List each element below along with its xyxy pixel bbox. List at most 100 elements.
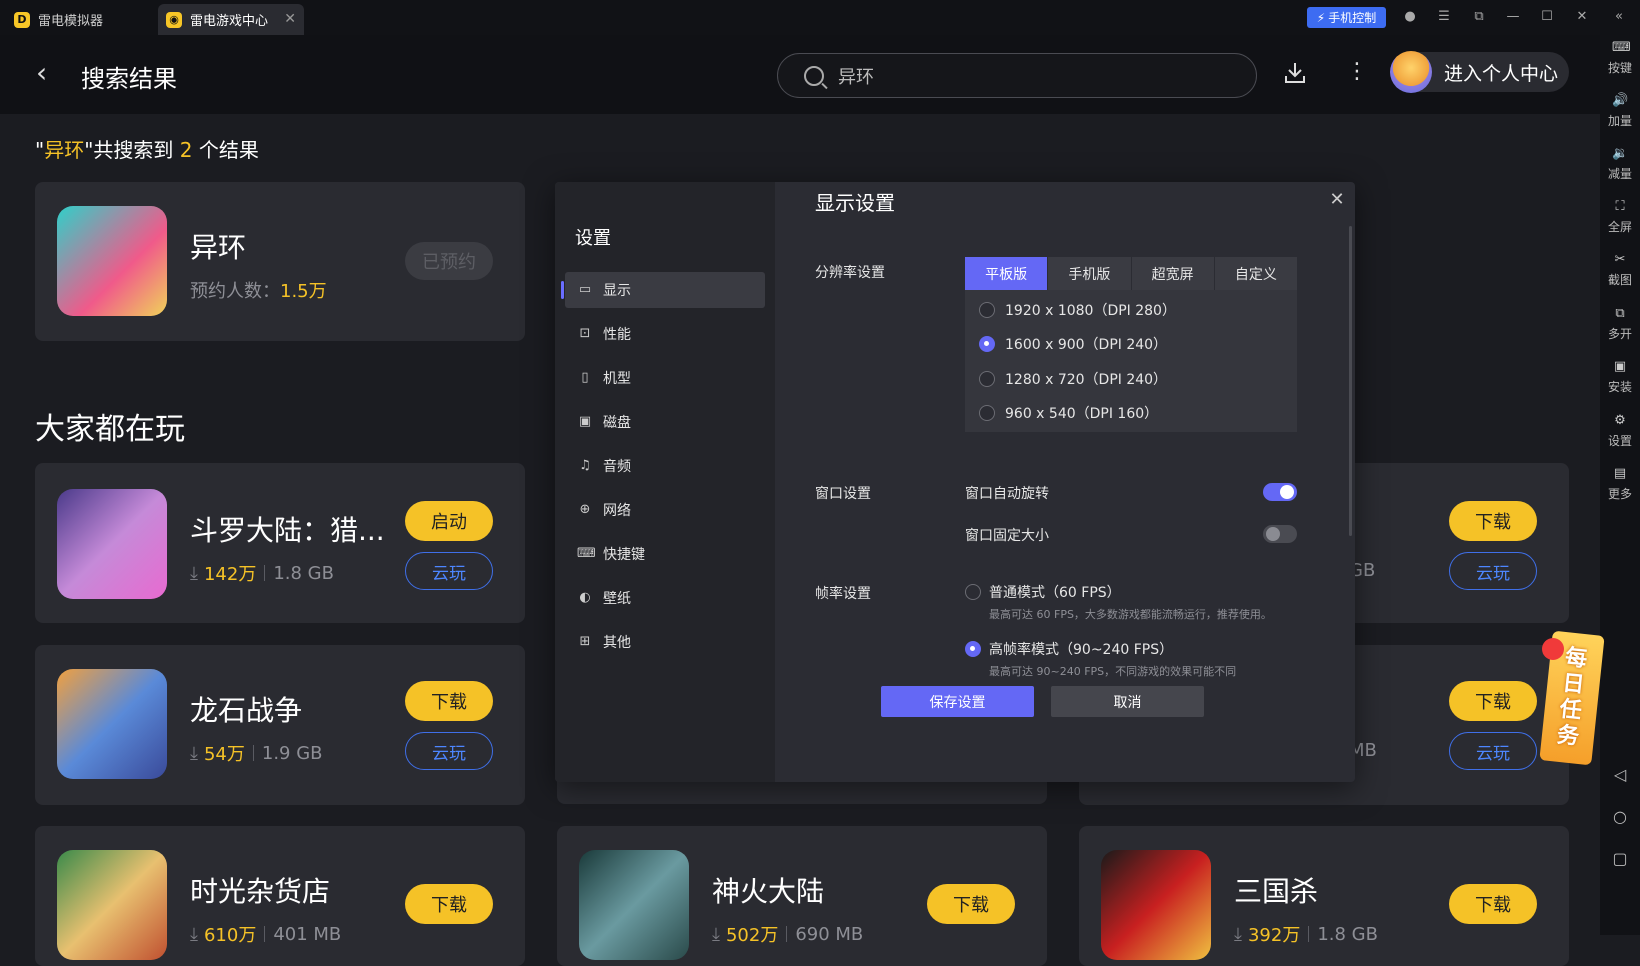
radio-button xyxy=(979,302,995,318)
game-name: 异环 xyxy=(190,231,247,264)
cloud-play-button[interactable]: 云玩 xyxy=(405,732,493,770)
section-title: 大家都在玩 xyxy=(35,412,185,447)
cancel-button[interactable]: 取消 xyxy=(1051,686,1204,717)
game-name: 三国杀 xyxy=(1234,875,1319,908)
settings-nav-wallpaper[interactable]: ◐ 壁纸 xyxy=(565,580,765,616)
download-button[interactable]: 下载 xyxy=(1449,501,1537,541)
settings-nav-display[interactable]: ▭ 显示 xyxy=(561,272,765,308)
resolution-option[interactable]: 1280 x 720（DPI 240） xyxy=(979,369,1167,389)
search-input[interactable]: 异环 xyxy=(838,63,874,89)
tab-emulator[interactable]: D 雷电模拟器 xyxy=(14,4,154,35)
menu-icon[interactable]: ☰ xyxy=(1435,8,1453,26)
fps-normal-option[interactable]: 普通模式（60 FPS） xyxy=(965,582,1121,602)
user-avatar-small-icon[interactable]: ● xyxy=(1401,8,1419,26)
save-settings-button[interactable]: 保存设置 xyxy=(881,686,1034,717)
collapse-sidebar-icon[interactable]: « xyxy=(1610,8,1628,26)
search-bar[interactable]: 异环 xyxy=(777,53,1257,98)
download-button[interactable]: 下载 xyxy=(1449,681,1537,721)
search-result-card[interactable]: 异环 预约人数： 1.5万 已预约 xyxy=(35,182,525,341)
game-name: 时光杂货店 xyxy=(190,875,331,908)
sidebar-volume-up[interactable]: 🔊 加量 xyxy=(1600,94,1640,129)
nav-recent-icon[interactable]: ▢ xyxy=(1610,849,1630,869)
game-icon xyxy=(57,850,167,960)
user-center-button[interactable]: 进入个人中心 xyxy=(1390,51,1569,93)
settings-nav-network[interactable]: ⊕ 网络 xyxy=(565,492,765,528)
restore-window-icon[interactable]: ⧉ xyxy=(1470,8,1488,26)
game-icon xyxy=(57,489,167,599)
nav-back-icon[interactable]: ◁ xyxy=(1610,765,1630,785)
settings-nav-other[interactable]: ⊞ 其他 xyxy=(565,624,765,660)
settings-nav-disk[interactable]: ▣ 磁盘 xyxy=(565,404,765,440)
sidebar-more[interactable]: ▤ 更多 xyxy=(1600,467,1640,502)
resolution-label: 分辨率设置 xyxy=(815,265,885,281)
cloud-play-button[interactable]: 云玩 xyxy=(1449,732,1537,770)
game-name: 斗罗大陆：猎... xyxy=(190,514,385,547)
settings-nav-performance[interactable]: ⊡ 性能 xyxy=(565,316,765,352)
keyboard-icon: ⌨ xyxy=(577,546,596,561)
cloud-play-button[interactable]: 云玩 xyxy=(1449,552,1537,590)
phone-control-button[interactable]: ⚡ 手机控制 xyxy=(1307,7,1386,28)
globe-icon: ⊕ xyxy=(579,502,591,517)
settings-nav-audio[interactable]: ♫ 音频 xyxy=(565,448,765,484)
launch-button[interactable]: 启动 xyxy=(405,501,493,541)
game-icon-yihuan xyxy=(57,206,167,316)
game-card[interactable]: 龙石战争 ⤓ 54万 1.9 GB 下载 云玩 xyxy=(35,645,525,805)
tab-game-center[interactable]: ◉ 雷电游戏中心 ✕ xyxy=(158,4,304,35)
download-count-icon: ⤓ xyxy=(1234,923,1242,945)
tab-tablet[interactable]: 平板版 xyxy=(965,257,1049,290)
settings-nav-model[interactable]: ▯ 机型 xyxy=(565,360,765,396)
page-header: ‹ 搜索结果 异环 ⋮ 进入个人中心 xyxy=(0,35,1600,114)
settings-title: 设置 xyxy=(575,228,611,249)
download-button[interactable]: 下载 xyxy=(927,884,1015,924)
fps-high-option[interactable]: 高帧率模式（90~240 FPS） xyxy=(965,639,1173,659)
fps-normal-desc: 最高可达 60 FPS，大多数游戏都能流畅运行，推荐使用。 xyxy=(989,608,1272,621)
download-count-icon: ⤓ xyxy=(190,923,198,945)
game-card[interactable]: 斗罗大陆：猎... ⤓ 142万 1.8 GB 启动 云玩 xyxy=(35,463,525,623)
nav-home-icon[interactable]: ○ xyxy=(1610,807,1630,827)
download-icon[interactable] xyxy=(1283,60,1307,86)
results-summary: "异环"共搜索到 2 个结果 xyxy=(35,138,259,162)
resolution-option[interactable]: 960 x 540（DPI 160） xyxy=(979,403,1158,423)
palette-icon: ◐ xyxy=(579,590,591,605)
game-name: 神火大陆 xyxy=(712,875,825,908)
resolution-option[interactable]: 1920 x 1080（DPI 280） xyxy=(979,300,1176,320)
scrollbar[interactable] xyxy=(1349,226,1352,536)
tab-ultrawide[interactable]: 超宽屏 xyxy=(1131,257,1215,290)
close-tab-icon[interactable]: ✕ xyxy=(284,11,296,27)
multi-window-icon: ⧉ xyxy=(1615,306,1625,321)
sidebar-keymap[interactable]: ⌨ 按键 xyxy=(1600,41,1640,76)
sidebar-install-apk[interactable]: ▣ 安装 xyxy=(1600,360,1640,395)
page-title: 搜索结果 xyxy=(81,65,177,93)
minimize-icon[interactable]: — xyxy=(1504,8,1522,26)
game-card[interactable]: 神火大陆 ⤓ 502万 690 MB 下载 xyxy=(557,826,1047,966)
game-card[interactable]: 三国杀 ⤓ 392万 1.8 GB 下载 xyxy=(1079,826,1569,966)
maximize-icon[interactable]: ☐ xyxy=(1538,8,1556,26)
auto-rotate-toggle[interactable] xyxy=(1263,483,1297,501)
sidebar-volume-down[interactable]: 🔉 减量 xyxy=(1600,147,1640,182)
more-options-icon[interactable]: ⋮ xyxy=(1346,59,1368,85)
download-button[interactable]: 下载 xyxy=(1449,884,1537,924)
cloud-play-button[interactable]: 云玩 xyxy=(405,552,493,590)
download-button[interactable]: 下载 xyxy=(405,884,493,924)
avatar xyxy=(1390,51,1432,93)
sidebar-screenshot[interactable]: ✂ 截图 xyxy=(1600,253,1640,288)
tab-phone[interactable]: 手机版 xyxy=(1048,257,1132,290)
game-card[interactable]: 时光杂货店 ⤓ 610万 401 MB 下载 xyxy=(35,826,525,966)
game-name: 龙石战争 xyxy=(190,694,303,727)
tab-custom[interactable]: 自定义 xyxy=(1214,257,1297,290)
audio-icon: ♫ xyxy=(579,458,591,473)
close-window-icon[interactable]: ✕ xyxy=(1573,8,1591,26)
settings-nav-shortcuts[interactable]: ⌨ 快捷键 xyxy=(565,536,765,572)
settings-content[interactable]: 显示设置 分辨率设置 平板版 手机版 超宽屏 自定义 1920 x 1080（D… xyxy=(775,182,1335,702)
sidebar-settings[interactable]: ⚙ 设置 xyxy=(1600,414,1640,449)
keyboard-icon: ⌨ xyxy=(1612,40,1631,55)
sidebar-fullscreen[interactable]: ⛶ 全屏 xyxy=(1600,200,1640,235)
fps-high-desc: 最高可达 90~240 FPS，不同游戏的效果可能不同 xyxy=(989,665,1237,678)
ldplayer-logo-icon: D xyxy=(14,11,30,28)
section-heading: 显示设置 xyxy=(815,191,895,215)
sidebar-multi-instance[interactable]: ⧉ 多开 xyxy=(1600,307,1640,342)
back-arrow-icon[interactable]: ‹ xyxy=(36,59,47,87)
download-button[interactable]: 下载 xyxy=(405,681,493,721)
fixed-size-toggle[interactable] xyxy=(1263,525,1297,543)
resolution-option[interactable]: 1600 x 900（DPI 240） xyxy=(979,334,1167,354)
